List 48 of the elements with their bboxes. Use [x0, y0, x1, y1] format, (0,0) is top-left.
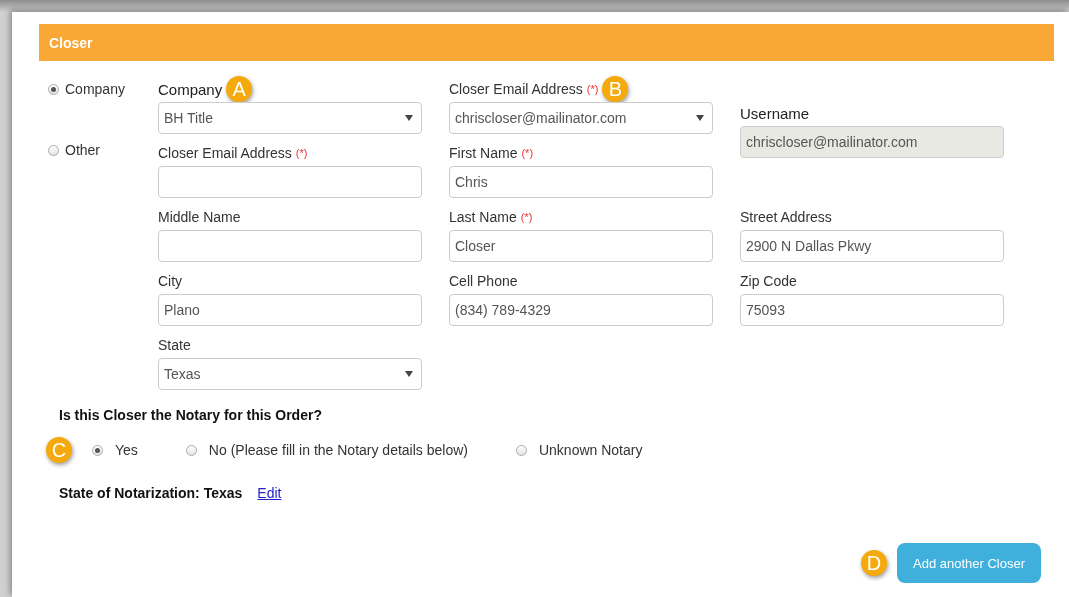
notarization-state-text: State of Notarization: Texas [59, 485, 243, 501]
field-label: First Name [449, 145, 518, 161]
callout-badge: B [602, 76, 629, 102]
radio-button[interactable] [515, 444, 527, 456]
callout-badge: C [46, 437, 72, 463]
radio-option[interactable]: Company [48, 81, 158, 97]
caret-icon [405, 371, 413, 377]
radio-option[interactable]: Yes [92, 442, 138, 458]
field-label: Company [158, 80, 223, 98]
section-header: Closer [39, 24, 1054, 61]
select-field[interactable]: BH Title [158, 102, 422, 134]
radio-button[interactable] [92, 444, 103, 456]
required-mark: (*) [295, 147, 308, 159]
field-label: Closer Email Address [158, 145, 292, 161]
required-mark: (*) [586, 83, 599, 95]
callout-badge: A [226, 76, 253, 102]
radio-option[interactable]: Unknown Notary [515, 442, 643, 458]
input-field[interactable] [158, 230, 422, 262]
caret-icon [696, 115, 704, 121]
radio-button[interactable] [48, 83, 59, 95]
field-label: Closer Email Address [449, 81, 583, 97]
caret-icon [405, 115, 413, 121]
field-label: State [158, 337, 191, 353]
input-field[interactable]: 75093 [740, 294, 1004, 326]
field-label: Cell Phone [449, 273, 518, 289]
callout-badge: D [861, 550, 887, 576]
input-field[interactable]: Plano [158, 294, 422, 326]
field-label: Zip Code [740, 273, 797, 289]
field-label: City [158, 273, 183, 289]
question-text: Is this Closer the Notary for this Order? [59, 407, 323, 423]
radio-button[interactable] [48, 144, 59, 156]
select-field[interactable]: Texas [158, 358, 422, 390]
required-mark: (*) [521, 147, 534, 159]
radio-button[interactable] [185, 444, 197, 456]
field-label: Street Address [740, 209, 832, 225]
select-field[interactable]: chriscloser@mailinator.com [449, 102, 713, 134]
input-field[interactable] [158, 166, 422, 198]
required-mark: (*) [520, 211, 533, 223]
field-label: Middle Name [158, 209, 241, 225]
radio-option[interactable]: Other [48, 142, 158, 158]
input-field[interactable]: (834) 789-4329 [449, 294, 713, 326]
input-field[interactable]: 2900 N Dallas Pkwy [740, 230, 1004, 262]
edit-link[interactable]: Edit [257, 485, 282, 501]
radio-option[interactable]: No (Please fill in the Notary details below) [185, 442, 468, 458]
field-label: Username [740, 104, 810, 122]
field-label: Last Name [449, 209, 517, 225]
input-field[interactable]: Chris [449, 166, 713, 198]
input-field[interactable]: Closer [449, 230, 713, 262]
